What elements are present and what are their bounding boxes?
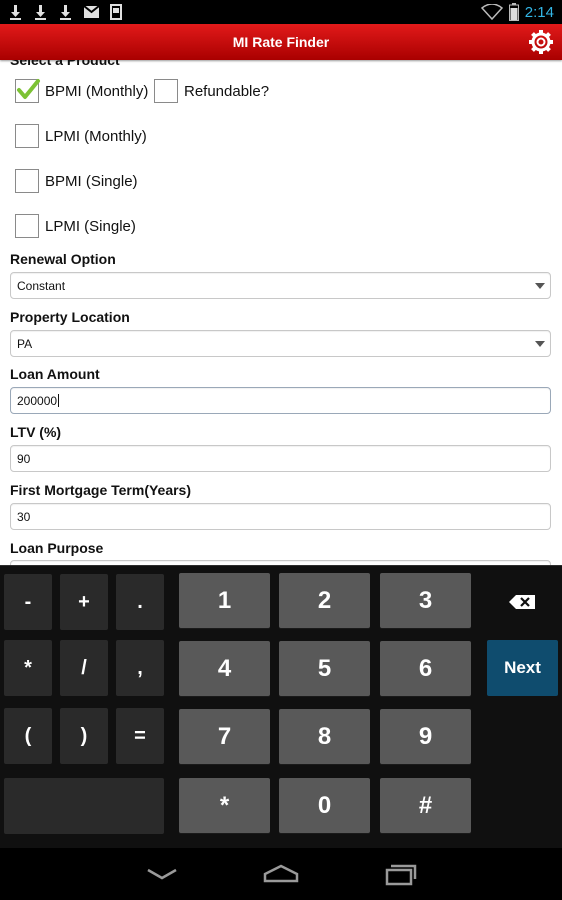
key-slash[interactable]: / xyxy=(60,640,108,696)
bpmi-monthly-checkbox[interactable] xyxy=(15,79,40,103)
key-2[interactable]: 2 xyxy=(279,573,370,628)
key-hash[interactable]: # xyxy=(380,778,471,833)
lpmi-monthly-label: LPMI (Monthly) xyxy=(45,127,147,145)
lpmi-single-label: LPMI (Single) xyxy=(45,217,136,235)
app-title-bar: MI Rate Finder xyxy=(0,24,562,60)
loan-purpose-label: Loan Purpose xyxy=(10,540,104,556)
bpmi-single-checkbox[interactable] xyxy=(15,169,39,193)
back-icon[interactable] xyxy=(142,862,182,886)
key-comma[interactable]: , xyxy=(116,640,164,696)
key-star[interactable]: * xyxy=(179,778,270,833)
key-7[interactable]: 7 xyxy=(179,709,270,764)
renewal-option-select[interactable]: Constant xyxy=(10,272,551,299)
lpmi-single-checkbox[interactable] xyxy=(15,214,39,238)
option-bpmi-single[interactable]: BPMI (Single) xyxy=(15,169,138,193)
wifi-icon xyxy=(480,4,503,20)
option-bpmi-monthly[interactable]: BPMI (Monthly) xyxy=(15,79,148,103)
recent-apps-icon[interactable] xyxy=(381,862,421,886)
key-open-paren[interactable]: ( xyxy=(4,708,52,764)
gmail-icon xyxy=(83,5,100,18)
refundable-label: Refundable? xyxy=(184,82,270,100)
renewal-option-value: Constant xyxy=(17,279,66,293)
key-backspace[interactable] xyxy=(487,574,557,630)
key-6[interactable]: 6 xyxy=(380,641,471,696)
rate-form[interactable]: Select a Product BPMI (Monthly) Refundab… xyxy=(0,60,562,565)
first-mortgage-term-value: 30 xyxy=(17,510,31,524)
clock: 2:14 xyxy=(524,3,554,21)
text-cursor xyxy=(58,394,60,407)
loan-amount-label: Loan Amount xyxy=(10,366,100,382)
loan-amount-value-wrap: 200000 xyxy=(17,394,60,408)
status-bar: 2:14 xyxy=(0,0,562,24)
key-equals[interactable]: = xyxy=(116,708,164,764)
refundable-checkbox[interactable] xyxy=(154,79,178,103)
dropdown-arrow-icon xyxy=(535,341,545,347)
app-title: MI Rate Finder xyxy=(232,34,330,50)
loan-amount-value: 200000 xyxy=(17,394,58,408)
key-0[interactable]: 0 xyxy=(279,778,370,833)
download-icon xyxy=(10,5,21,20)
key-close-paren[interactable]: ) xyxy=(60,708,108,764)
select-product-heading: Select a Product xyxy=(10,60,120,68)
option-lpmi-monthly[interactable]: LPMI (Monthly) xyxy=(15,124,147,148)
system-nav-bar xyxy=(0,848,562,900)
key-5[interactable]: 5 xyxy=(279,641,370,696)
property-location-label: Property Location xyxy=(10,309,130,325)
key-3[interactable]: 3 xyxy=(380,573,471,628)
sd-card-icon xyxy=(110,4,122,20)
key-4[interactable]: 4 xyxy=(179,641,270,696)
home-icon[interactable] xyxy=(261,862,301,886)
option-lpmi-single[interactable]: LPMI (Single) xyxy=(15,214,136,238)
battery-icon xyxy=(508,3,519,21)
ltv-input[interactable]: 90 xyxy=(10,445,551,472)
lpmi-monthly-checkbox[interactable] xyxy=(15,124,39,148)
option-refundable[interactable]: Refundable? xyxy=(154,79,269,103)
notification-icons xyxy=(8,3,122,21)
numeric-keyboard: - + . * / , ( ) = 1 2 3 4 5 6 7 8 9 * 0 … xyxy=(0,565,562,849)
key-9[interactable]: 9 xyxy=(380,709,471,764)
key-asterisk[interactable]: * xyxy=(4,640,52,696)
loan-amount-input[interactable]: 200000 xyxy=(10,387,551,414)
key-period[interactable]: . xyxy=(116,574,164,630)
ltv-value: 90 xyxy=(17,452,31,466)
key-plus[interactable]: + xyxy=(60,574,108,630)
renewal-option-label: Renewal Option xyxy=(10,251,116,267)
ltv-label: LTV (%) xyxy=(10,424,62,440)
next-button[interactable]: Next xyxy=(487,640,558,696)
key-8[interactable]: 8 xyxy=(279,709,370,764)
first-mortgage-term-label: First Mortgage Term(Years) xyxy=(10,482,192,498)
key-blank[interactable] xyxy=(4,778,164,834)
download-icon xyxy=(60,5,71,20)
gear-icon[interactable] xyxy=(528,29,554,55)
key-minus[interactable]: - xyxy=(4,574,52,630)
download-icon xyxy=(35,5,46,20)
bpmi-single-label: BPMI (Single) xyxy=(45,172,138,190)
property-location-select[interactable]: PA xyxy=(10,330,551,357)
property-location-value: PA xyxy=(17,337,33,351)
first-mortgage-term-input[interactable]: 30 xyxy=(10,503,551,530)
checkmark-icon xyxy=(17,79,40,99)
key-1[interactable]: 1 xyxy=(179,573,270,628)
dropdown-arrow-icon xyxy=(535,283,545,289)
bpmi-monthly-label: BPMI (Monthly) xyxy=(45,82,149,100)
backspace-icon xyxy=(509,595,535,609)
